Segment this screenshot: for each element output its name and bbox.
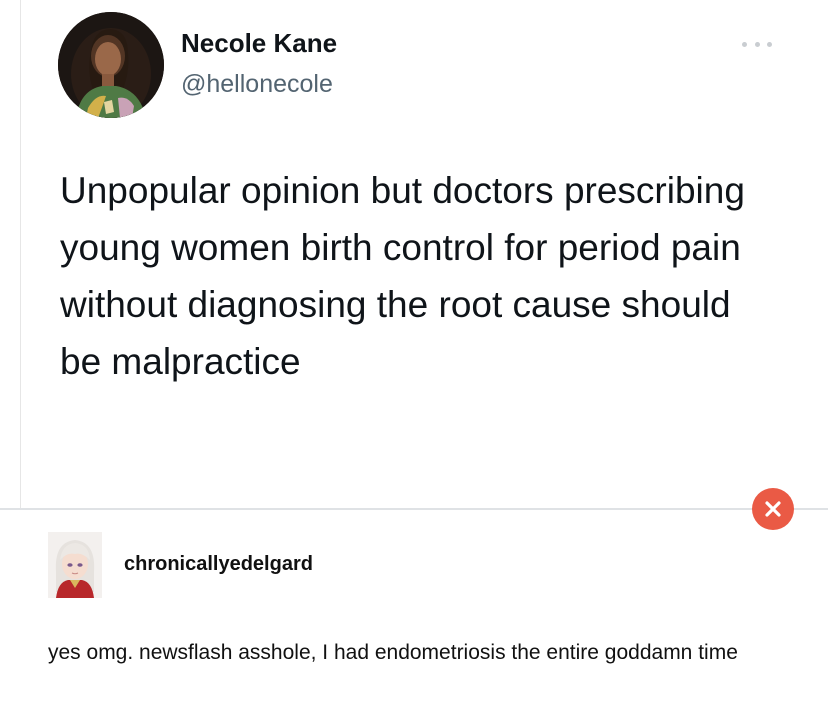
reply-avatar[interactable] [48,532,102,598]
divider [0,508,828,510]
close-icon [765,501,781,517]
author-handle[interactable]: @hellonecole [181,70,333,99]
avatar[interactable] [58,12,164,118]
close-button[interactable] [752,488,794,530]
more-dot [754,41,760,47]
reply-username[interactable]: chronicallyedelgard [124,553,313,576]
more-dot [767,41,772,47]
more-dot [742,41,747,47]
more-horizontal-icon[interactable] [742,36,772,52]
tweet-text: Unpopular opinion but doctors prescribin… [60,170,745,382]
author-photo [58,12,164,118]
reply-text: yes omg. newsflash asshole, I had endome… [48,641,738,664]
author-name[interactable]: Necole Kane [181,28,337,59]
reply-avatar-art [48,532,102,598]
